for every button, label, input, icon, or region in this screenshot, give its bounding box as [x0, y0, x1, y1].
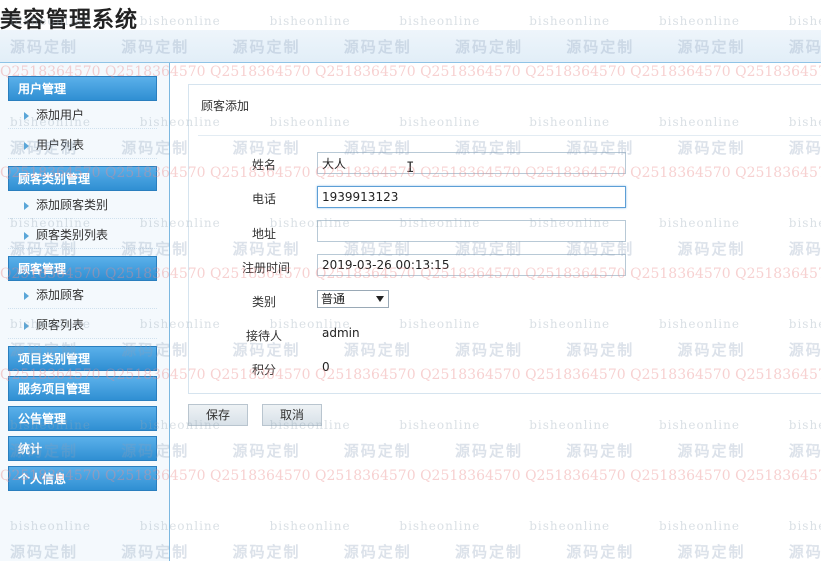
sidebar-item-label: 顾客列表: [36, 318, 85, 332]
receptionist-field[interactable]: [317, 322, 626, 344]
triangle-icon: [24, 111, 29, 120]
cancel-button[interactable]: 取消: [262, 404, 322, 426]
points-label: 积分: [251, 363, 276, 377]
text-cursor-icon: I: [406, 160, 415, 176]
triangle-icon: [24, 201, 29, 210]
registration-time-field[interactable]: [317, 254, 626, 276]
app-title: 美容管理系统: [0, 8, 139, 33]
panel-title: 顾客添加: [201, 99, 250, 113]
registration-time-label: 注册时间: [241, 261, 290, 275]
phone-field[interactable]: [317, 186, 626, 208]
dropdown-arrow-icon: [376, 296, 384, 302]
sidebar-item-label: 顾客类别列表: [36, 228, 109, 242]
sidebar-item-add-customer[interactable]: 添加顾客: [8, 281, 157, 309]
triangle-icon: [24, 141, 29, 150]
sidebar-item-add-customer-category[interactable]: 添加顾客类别: [8, 191, 157, 219]
sidebar-item-label: 添加顾客: [36, 288, 85, 302]
sidebar-item-customer-category-list[interactable]: 顾客类别列表: [8, 221, 157, 249]
sidebar-group-personal-info[interactable]: 个人信息: [8, 466, 157, 491]
triangle-icon: [24, 231, 29, 240]
points-field[interactable]: [317, 356, 626, 378]
sidebar-group-customer-mgmt[interactable]: 顾客管理: [8, 256, 157, 281]
sidebar-item-add-user[interactable]: 添加用户: [8, 101, 157, 129]
name-field[interactable]: [317, 152, 626, 174]
sidebar-group-customer-category[interactable]: 顾客类别管理: [8, 166, 157, 191]
address-field[interactable]: [317, 220, 626, 242]
category-label: 类别: [251, 295, 276, 309]
sidebar-item-label: 用户列表: [36, 138, 85, 152]
save-button[interactable]: 保存: [188, 404, 248, 426]
triangle-icon: [24, 321, 29, 330]
category-selected-value: 普通: [321, 292, 346, 306]
sidebar-item-user-list[interactable]: 用户列表: [8, 131, 157, 159]
sidebar-item-label: 添加顾客类别: [36, 198, 109, 212]
sidebar-group-user-mgmt[interactable]: 用户管理: [8, 76, 157, 101]
category-select[interactable]: 普通: [317, 290, 389, 308]
address-label: 地址: [251, 227, 276, 241]
sidebar-group-project-category[interactable]: 项目类别管理: [8, 346, 157, 371]
header-band: [0, 30, 821, 63]
sidebar-group-statistics[interactable]: 统计: [8, 436, 157, 461]
name-label: 姓名: [251, 158, 276, 172]
triangle-icon: [24, 291, 29, 300]
sidebar-item-customer-list[interactable]: 顾客列表: [8, 311, 157, 339]
sidebar-item-label: 添加用户: [36, 108, 85, 122]
sidebar: 用户管理 添加用户 用户列表 顾客类别管理 添加顾客类别 顾客类别列表 顾客管理…: [0, 63, 170, 561]
sidebar-group-announcement[interactable]: 公告管理: [8, 406, 157, 431]
receptionist-label: 接待人: [245, 329, 282, 343]
phone-label: 电话: [251, 192, 276, 206]
sidebar-group-service-project[interactable]: 服务项目管理: [8, 376, 157, 401]
